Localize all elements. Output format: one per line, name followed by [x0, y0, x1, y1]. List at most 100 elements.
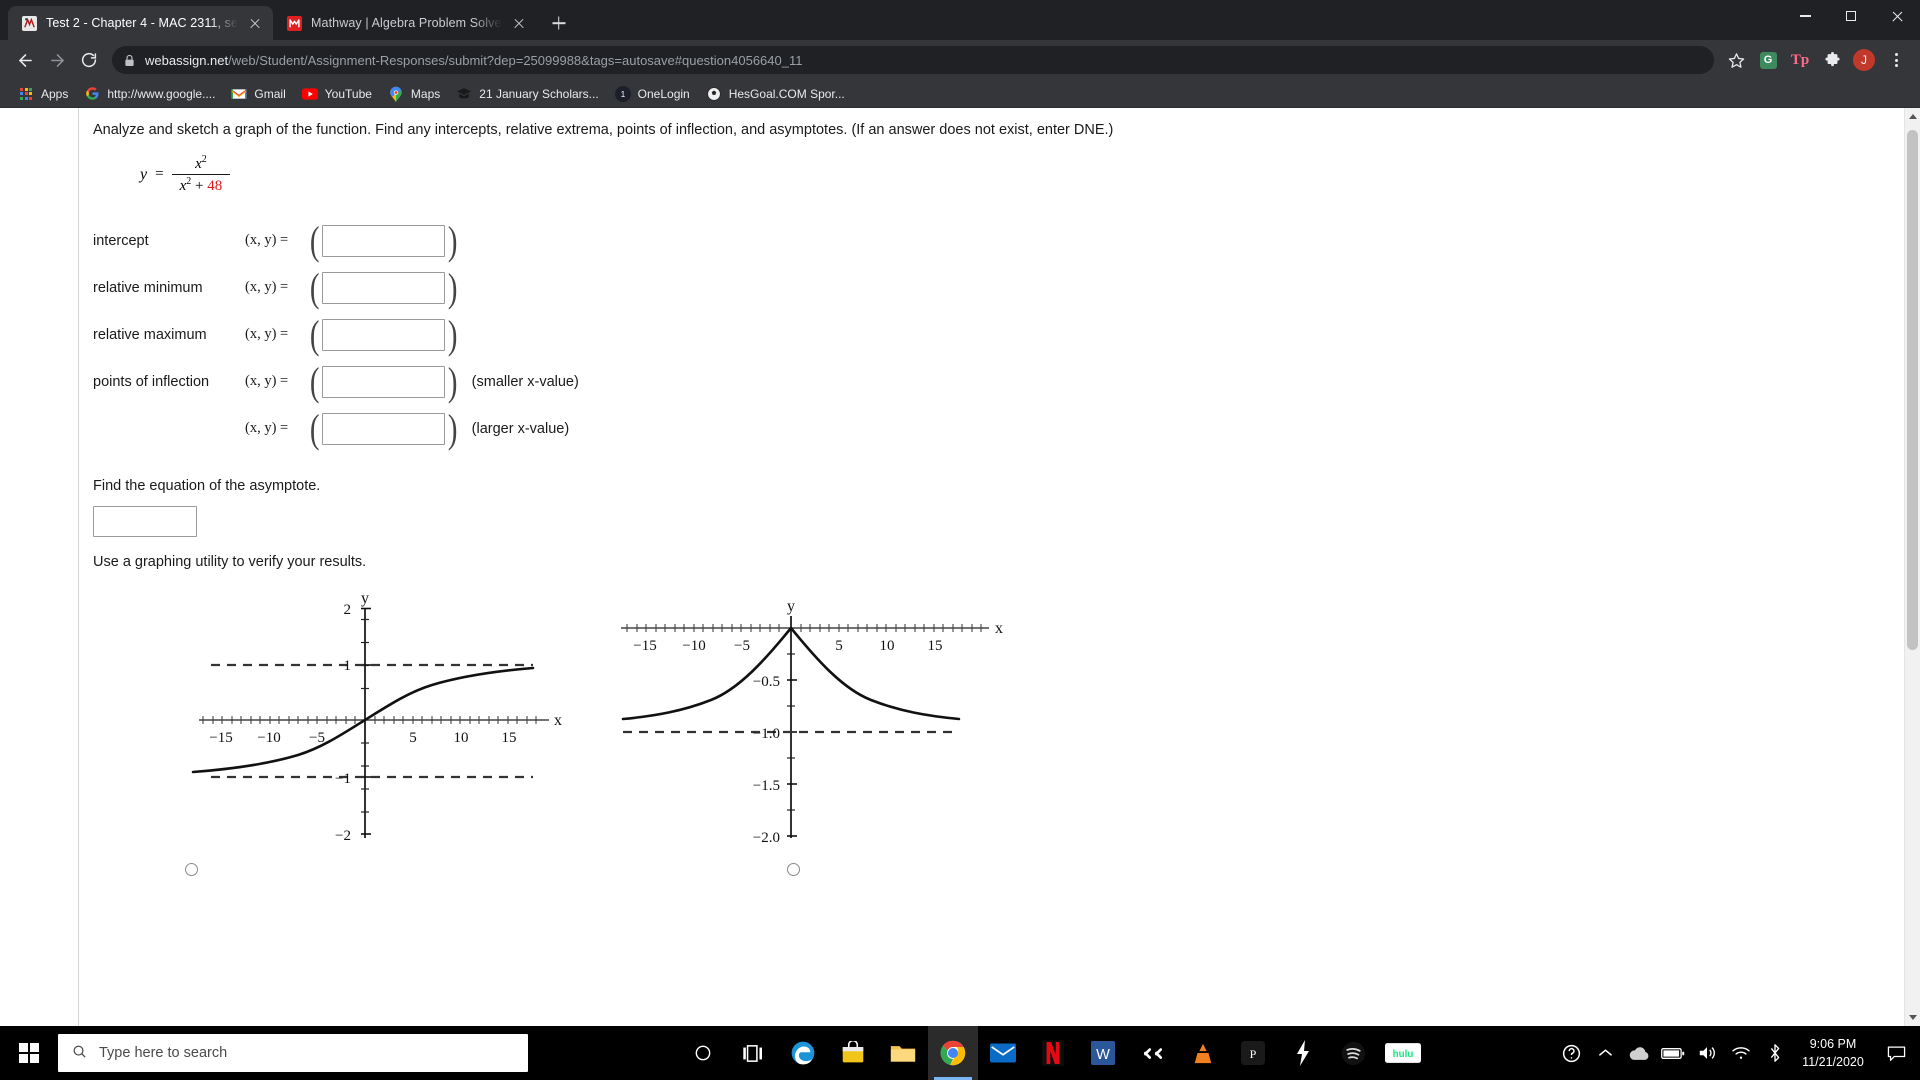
reload-icon[interactable] — [74, 45, 104, 75]
netflix-icon[interactable] — [1028, 1026, 1078, 1080]
graph-a-ylabel: y — [361, 592, 369, 607]
question-prompt: Analyze and sketch a graph of the functi… — [93, 122, 1114, 138]
vlc-icon[interactable] — [1178, 1026, 1228, 1080]
graph-option-b[interactable]: y x −0.5 −1.0 −1.5 −2.0 −15 −10 −5 5 10 … — [617, 592, 1037, 877]
close-window-button[interactable] — [1874, 0, 1920, 32]
puzzle-extension-icon[interactable] — [1818, 46, 1846, 74]
mail-icon[interactable] — [978, 1026, 1028, 1080]
minimize-button[interactable] — [1782, 0, 1828, 32]
denominator-exponent: 2 — [186, 176, 192, 188]
bookmark-apps[interactable]: Apps — [10, 84, 76, 104]
avatar: J — [1853, 49, 1875, 71]
windows-start-icon — [19, 1043, 39, 1063]
webassign-question-page: Analyze and sketch a graph of the functi… — [0, 108, 1904, 1026]
fraction-denominator: x2 + 48 — [172, 175, 231, 195]
page-scrollbar[interactable] — [1904, 108, 1920, 1026]
asymptote-input[interactable] — [93, 506, 197, 538]
bookmark-hesgoal[interactable]: HesGoal.COM Spor... — [698, 84, 853, 104]
scroll-down-icon[interactable] — [1905, 1009, 1920, 1026]
graph-b-xtick-neg15: −15 — [633, 638, 656, 654]
intercept-input[interactable] — [322, 224, 446, 257]
tab-mathway[interactable]: Mathway | Algebra Problem Solve — [273, 6, 536, 40]
taskbar-clock[interactable]: 9:06 PM 11/21/2020 — [1792, 1035, 1878, 1071]
slack-icon[interactable] — [1128, 1026, 1178, 1080]
graph-a-xtick-neg10: −10 — [257, 730, 280, 746]
maps-icon — [388, 86, 404, 102]
bookmark-label: Apps — [41, 86, 69, 101]
cortana-icon[interactable] — [678, 1026, 728, 1080]
question-left-rule — [78, 108, 79, 1026]
graph-b-xtick-10: 10 — [880, 638, 895, 654]
bluetooth-icon[interactable] — [1758, 1026, 1792, 1080]
help-icon[interactable] — [1554, 1026, 1588, 1080]
chevron-up-icon[interactable] — [1588, 1026, 1622, 1080]
inflection-smaller-input[interactable] — [322, 365, 446, 398]
edge-icon[interactable] — [778, 1026, 828, 1080]
lightning-icon[interactable] — [1278, 1026, 1328, 1080]
inflection-larger-input[interactable] — [322, 412, 446, 445]
close-icon[interactable] — [511, 15, 527, 31]
graph-a-ytick-2: 2 — [344, 602, 352, 618]
start-button[interactable] — [0, 1026, 58, 1080]
equation-equals: = — [155, 166, 164, 183]
new-tab-button[interactable] — [545, 9, 573, 37]
extension-tp-icon[interactable]: Tp — [1786, 46, 1814, 74]
bookmark-star-icon[interactable] — [1722, 46, 1750, 74]
address-bar[interactable]: webassign.net/web/Student/Assignment-Res… — [112, 46, 1714, 74]
webassign-favicon-icon — [21, 15, 37, 31]
onedrive-icon[interactable] — [1622, 1026, 1656, 1080]
graph-b-ylabel: y — [787, 598, 795, 615]
word-icon[interactable]: W — [1078, 1026, 1128, 1080]
graph-b-xtick-neg5: −5 — [734, 638, 750, 654]
relative-minimum-input[interactable] — [322, 271, 446, 304]
chrome-icon[interactable] — [928, 1026, 978, 1080]
numerator-variable: x — [195, 156, 202, 172]
row-label: intercept — [93, 232, 149, 249]
task-view-icon[interactable] — [728, 1026, 778, 1080]
back-arrow-icon[interactable] — [10, 45, 40, 75]
store-icon[interactable] — [828, 1026, 878, 1080]
wifi-icon[interactable] — [1724, 1026, 1758, 1080]
bookmarks-bar: Apps http://www.google.... Gmail YouTube… — [0, 80, 1920, 108]
maximize-button[interactable] — [1828, 0, 1874, 32]
onelogin-icon: 1 — [614, 85, 631, 102]
hulu-icon[interactable]: hulu — [1378, 1026, 1428, 1080]
bookmark-onelogin[interactable]: 1 OneLogin — [607, 84, 698, 104]
bookmark-maps[interactable]: Maps — [380, 84, 448, 104]
gmail-icon — [231, 86, 247, 102]
mathway-favicon-icon — [286, 15, 302, 31]
tab-webassign[interactable]: Test 2 - Chapter 4 - MAC 2311, se — [8, 6, 274, 40]
spotify-icon[interactable] — [1328, 1026, 1378, 1080]
bookmark-youtube[interactable]: YouTube — [294, 84, 380, 104]
bookmark-21-january-scholars[interactable]: 21 January Scholars... — [448, 84, 606, 104]
file-explorer-icon[interactable] — [878, 1026, 928, 1080]
scrollbar-thumb[interactable] — [1907, 130, 1918, 650]
relative-maximum-input[interactable] — [322, 318, 446, 351]
bookmark-google[interactable]: http://www.google.... — [76, 84, 223, 104]
teamviewer-icon[interactable]: P — [1228, 1026, 1278, 1080]
scroll-up-icon[interactable] — [1905, 108, 1920, 125]
svg-text:hulu: hulu — [1393, 1049, 1414, 1060]
close-icon[interactable] — [247, 15, 263, 31]
row-xy-label: (x, y) = — [245, 279, 289, 296]
tab-title: Mathway | Algebra Problem Solve — [311, 16, 502, 30]
graph-b-ytick-neg15: −1.5 — [753, 778, 780, 794]
google-icon — [84, 86, 100, 102]
volume-icon[interactable] — [1690, 1026, 1724, 1080]
graph-b-radio[interactable] — [787, 863, 800, 877]
row-xy-label: (x, y) = — [245, 373, 289, 390]
graph-a-radio[interactable] — [185, 863, 198, 877]
forward-arrow-icon[interactable] — [42, 45, 72, 75]
bookmark-gmail[interactable]: Gmail — [223, 84, 293, 104]
extension-g-icon[interactable]: G — [1754, 46, 1782, 74]
profile-avatar[interactable]: J — [1850, 46, 1878, 74]
graph-option-a[interactable]: y x 2 1 −1 −2 −15 −10 −5 5 10 15 — [93, 590, 563, 877]
extension-badge: Tp — [1790, 51, 1810, 68]
bookmark-label: 21 January Scholars... — [479, 86, 599, 101]
windows-taskbar: Type here to search W P hulu 9:06 PM 11/… — [0, 1026, 1920, 1080]
extension-badge: G — [1759, 51, 1777, 69]
battery-icon[interactable] — [1656, 1026, 1690, 1080]
kebab-menu-icon[interactable] — [1882, 46, 1910, 74]
action-center-icon[interactable] — [1878, 1026, 1914, 1080]
taskbar-search[interactable]: Type here to search — [58, 1034, 528, 1072]
